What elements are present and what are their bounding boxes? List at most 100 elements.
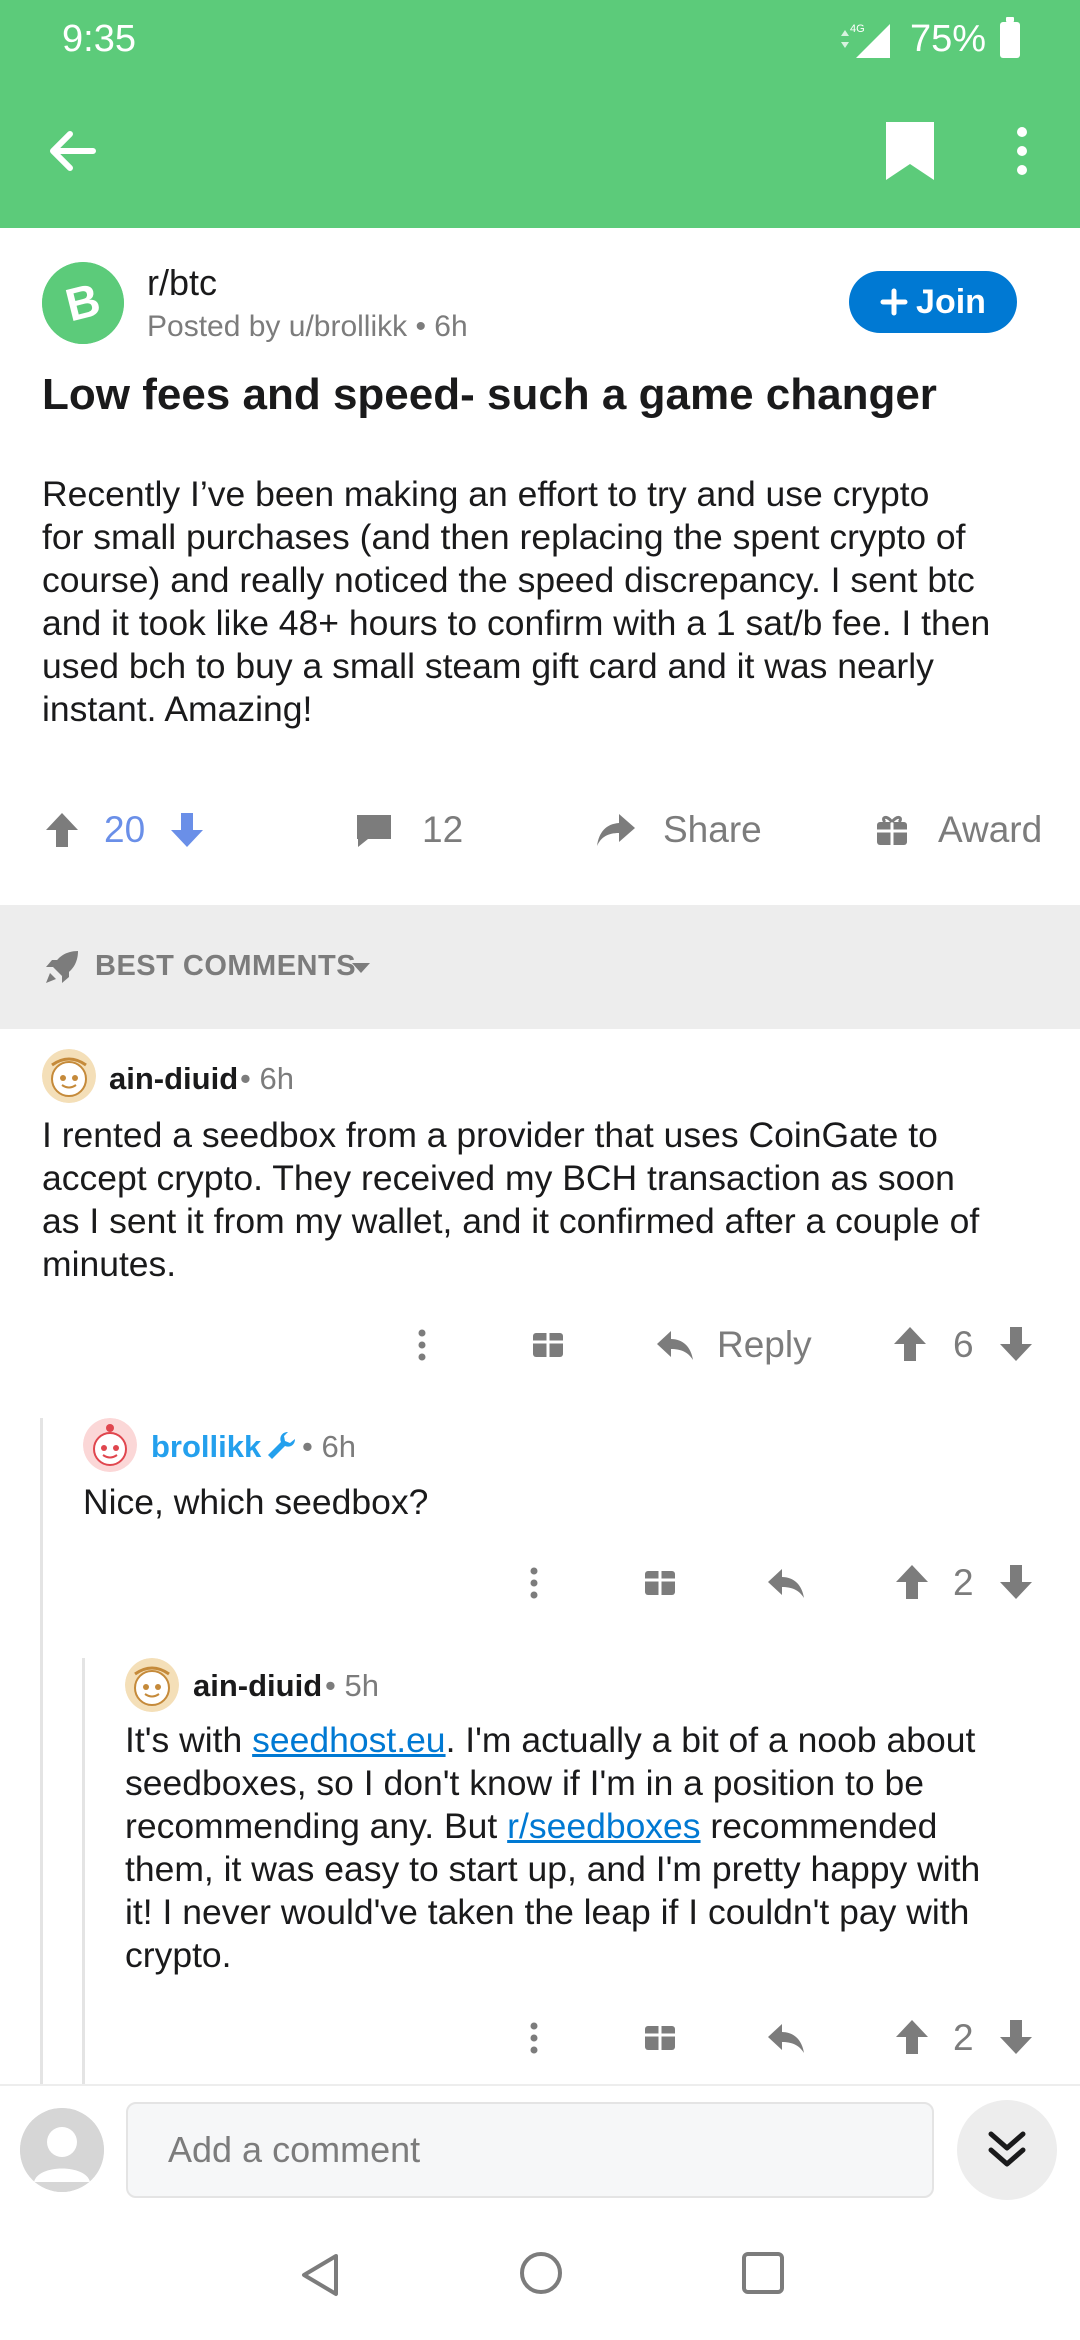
- comment-time: • 5h: [325, 1668, 379, 1703]
- status-bar: 9:35 4G 75%: [0, 0, 1080, 80]
- chevron-down-icon: [352, 963, 370, 973]
- comment-line: recommending any. But r/seedboxes recomm…: [125, 1805, 1060, 1848]
- comment-input[interactable]: [126, 2102, 934, 2198]
- comment-body: Nice, which seedbox?: [83, 1482, 429, 1522]
- post-body-line: and it took like 48+ hours to confirm wi…: [42, 603, 991, 643]
- comment-line: accept crypto. They received my BCH tran…: [42, 1158, 955, 1198]
- upvote-icon[interactable]: [892, 1315, 928, 1375]
- vote-group: 20: [44, 795, 205, 865]
- reply-label: Reply: [717, 1324, 812, 1365]
- comment-line: as I sent it from my wallet, and it conf…: [42, 1201, 980, 1241]
- nav-back-icon[interactable]: [298, 2250, 342, 2300]
- more-vert-icon[interactable]: [522, 2008, 546, 2068]
- reply-icon[interactable]: [766, 2008, 806, 2068]
- downvote-icon[interactable]: [998, 1553, 1034, 1613]
- upvote-icon[interactable]: [44, 810, 80, 850]
- avatar[interactable]: [42, 1049, 96, 1103]
- share-button[interactable]: Share: [595, 795, 762, 865]
- downvote-icon[interactable]: [998, 1315, 1034, 1375]
- comments-count-button[interactable]: 12: [354, 795, 463, 865]
- gift-icon[interactable]: [643, 2008, 677, 2068]
- link-subreddit[interactable]: r/seedboxes: [507, 1806, 700, 1846]
- comment-line: them, it was easy to start up, and I'm p…: [125, 1849, 981, 1889]
- comment-score: 6: [953, 1324, 974, 1365]
- signal-icon: 4G: [841, 23, 890, 58]
- comment-line: It's with seedhost.eu. I'm actually a bi…: [125, 1719, 1060, 1762]
- reply-icon[interactable]: [766, 1553, 806, 1613]
- post-body-line: instant. Amazing!: [42, 689, 313, 729]
- gift-icon: [877, 815, 907, 845]
- post-score: 20: [104, 809, 146, 850]
- comment-text: recommended: [700, 1806, 938, 1846]
- share-icon: [597, 814, 635, 846]
- post-body: Recently I’ve been making an effort to t…: [42, 473, 1052, 731]
- thread-line[interactable]: [40, 1418, 43, 2084]
- reply-icon: [657, 1331, 693, 1360]
- reply-button[interactable]: Reply: [655, 1315, 812, 1375]
- comment-author[interactable]: brollikk: [151, 1429, 261, 1465]
- join-label: Join: [916, 282, 986, 321]
- bookmark-icon[interactable]: [880, 118, 940, 184]
- post-body-line: course) and really noticed the speed dis…: [42, 560, 975, 600]
- award-button[interactable]: Award: [874, 795, 1042, 865]
- comment-time: • 6h: [240, 1061, 294, 1096]
- link-seedhost[interactable]: seedhost.eu: [252, 1720, 445, 1760]
- comments-count: 12: [422, 809, 464, 850]
- post-body-line: Recently I’ve been making an effort to t…: [42, 474, 930, 514]
- more-vert-icon[interactable]: [1000, 116, 1044, 186]
- subreddit-name[interactable]: r/btc: [147, 262, 217, 304]
- battery-percent: 75%: [910, 18, 987, 60]
- comment-text: . I'm actually a bit of a noob about: [445, 1720, 976, 1760]
- post-body-line: used bch to buy a small steam gift card …: [42, 646, 934, 686]
- comment-icon: [357, 815, 391, 847]
- downvote-icon[interactable]: [169, 810, 205, 850]
- downvote-icon[interactable]: [998, 2008, 1034, 2068]
- gift-icon[interactable]: [531, 1315, 565, 1375]
- user-avatar-icon[interactable]: [20, 2108, 104, 2192]
- comment-author[interactable]: ain-diuid: [109, 1061, 238, 1097]
- gift-icon[interactable]: [643, 1553, 677, 1613]
- upvote-icon[interactable]: [894, 2008, 930, 2068]
- more-vert-icon[interactable]: [410, 1315, 434, 1375]
- network-label: 4G: [850, 23, 865, 35]
- post-actions: 20 12 Share Award: [0, 795, 1080, 865]
- comment-text: It's with: [125, 1720, 253, 1760]
- arrow-left-icon[interactable]: [38, 116, 108, 186]
- jump-to-bottom-button[interactable]: [957, 2100, 1057, 2200]
- comment-time: • 6h: [302, 1429, 356, 1464]
- chevron-double-down-icon: [988, 2131, 1026, 2167]
- comment-actions: 2: [0, 1553, 1080, 1613]
- comment-line: I rented a seedbox from a provider that …: [42, 1115, 938, 1155]
- rocket-icon: [46, 951, 78, 983]
- comment-actions: Reply 6: [0, 1315, 1080, 1375]
- more-vert-icon[interactable]: [522, 1553, 546, 1613]
- plus-icon: [880, 288, 908, 316]
- upvote-icon[interactable]: [894, 1553, 930, 1613]
- comment-body: I rented a seedbox from a provider that …: [42, 1114, 1052, 1286]
- nav-recents-icon[interactable]: [740, 2250, 786, 2296]
- avatar[interactable]: [83, 1418, 137, 1472]
- comment-score: 2: [953, 2017, 974, 2058]
- post-body-line: for small purchases (and then replacing …: [42, 517, 966, 557]
- comment-line: crypto.: [125, 1935, 232, 1975]
- comment-body: It's with seedhost.eu. I'm actually a bi…: [125, 1719, 1060, 1977]
- bitcoin-cash-icon[interactable]: B: [42, 262, 124, 344]
- sort-label: BEST COMMENTS: [95, 950, 357, 982]
- comment-score: 2: [953, 1562, 974, 1603]
- wrench-icon: [268, 1432, 295, 1459]
- avatar[interactable]: [125, 1658, 179, 1712]
- comment-line: it! I never would've taken the leap if I…: [125, 1892, 970, 1932]
- post-meta[interactable]: Posted by u/brollikk • 6h: [147, 310, 468, 344]
- sort-bar[interactable]: BEST COMMENTS: [0, 905, 1080, 1029]
- comment-author[interactable]: ain-diuid: [193, 1668, 322, 1704]
- comment-line: minutes.: [42, 1244, 177, 1284]
- divider: [0, 2084, 1080, 2086]
- post-title: Low fees and speed- such a game changer: [42, 370, 937, 419]
- comment-line: seedboxes, so I don't know if I'm in a p…: [125, 1763, 924, 1803]
- status-time: 9:35: [62, 18, 136, 60]
- award-label: Award: [938, 809, 1043, 850]
- battery-icon: [1000, 17, 1020, 58]
- comment-actions: 2: [0, 2008, 1080, 2068]
- nav-home-icon[interactable]: [518, 2250, 564, 2296]
- join-button[interactable]: Join: [849, 271, 1017, 333]
